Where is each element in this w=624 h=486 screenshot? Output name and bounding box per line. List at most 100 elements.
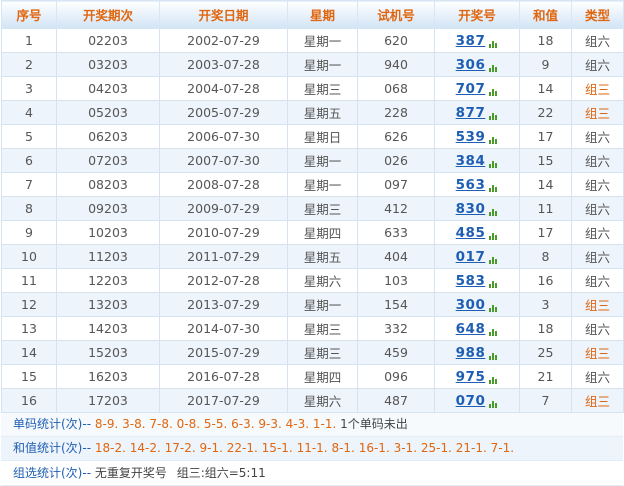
row-issue: 10203 bbox=[56, 220, 160, 245]
bar-chart-icon[interactable] bbox=[489, 201, 498, 216]
row-date: 2002-07-29 bbox=[159, 28, 288, 53]
winning-number-link[interactable]: 707 bbox=[456, 81, 486, 97]
row-winning-number: 648 bbox=[434, 316, 520, 341]
row-type: 组六 bbox=[571, 196, 624, 221]
winning-number-link[interactable]: 539 bbox=[456, 129, 486, 145]
row-seq: 12 bbox=[1, 292, 57, 317]
bar-chart-icon[interactable] bbox=[489, 57, 498, 72]
winning-number-link[interactable]: 830 bbox=[456, 201, 486, 217]
row-weekday: 星期一 bbox=[287, 172, 358, 197]
draw-history-table: 序号 开奖期次 开奖日期 星期 试机号 开奖号 和值 类型 1 02203 2002… bbox=[1, 0, 624, 413]
bar-chart-icon[interactable] bbox=[489, 369, 498, 384]
row-test-number: 626 bbox=[357, 124, 435, 149]
sum-stat-item: 21-1. bbox=[455, 441, 487, 455]
row-weekday: 星期一 bbox=[287, 28, 358, 53]
bar-chart-icon[interactable] bbox=[489, 297, 498, 312]
row-type: 组六 bbox=[571, 220, 624, 245]
header-issue: 开奖期次 bbox=[56, 0, 160, 29]
bar-chart-icon[interactable] bbox=[489, 33, 498, 48]
row-issue: 11203 bbox=[56, 244, 160, 269]
winning-number-link[interactable]: 070 bbox=[456, 393, 486, 409]
statistics-panel: 单码统计(次)-- 8-9. 3-8. 7-8. 0-8. 5-5. 6-3. … bbox=[1, 413, 623, 486]
sum-stats: 和值统计(次)-- 18-2. 14-2. 17-2. 9-1. 22-1. 1… bbox=[1, 437, 623, 461]
winning-number-link[interactable]: 485 bbox=[456, 225, 486, 241]
bar-chart-icon[interactable] bbox=[489, 249, 498, 264]
single-digit-stats: 单码统计(次)-- 8-9. 3-8. 7-8. 0-8. 5-5. 6-3. … bbox=[1, 413, 623, 437]
row-winning-number: 070 bbox=[434, 388, 520, 413]
sum-stats-label: 和值统计(次)-- bbox=[13, 441, 92, 455]
row-seq: 3 bbox=[1, 76, 57, 101]
table-row: 14 15203 2015-07-29 星期三 459 988 25 组三 bbox=[1, 340, 624, 365]
table-row: 15 16203 2016-07-28 星期四 096 975 21 组六 bbox=[1, 364, 624, 389]
row-date: 2012-07-28 bbox=[159, 268, 288, 293]
bar-chart-icon[interactable] bbox=[489, 153, 498, 168]
row-sum: 21 bbox=[519, 364, 572, 389]
row-type: 组六 bbox=[571, 172, 624, 197]
sum-stat-item: 8-1. bbox=[331, 441, 355, 455]
winning-number-link[interactable]: 306 bbox=[456, 57, 486, 73]
row-test-number: 096 bbox=[357, 364, 435, 389]
row-date: 2007-07-30 bbox=[159, 148, 288, 173]
table-row: 7 08203 2008-07-28 星期一 097 563 14 组六 bbox=[1, 172, 624, 197]
row-winning-number: 387 bbox=[434, 28, 520, 53]
single-digit-stats-note: 1个单码未出 bbox=[340, 417, 408, 431]
bar-chart-icon[interactable] bbox=[489, 393, 498, 408]
row-winning-number: 563 bbox=[434, 172, 520, 197]
row-sum: 17 bbox=[519, 124, 572, 149]
row-date: 2014-07-30 bbox=[159, 316, 288, 341]
winning-number-link[interactable]: 300 bbox=[456, 297, 486, 313]
bar-chart-icon[interactable] bbox=[489, 105, 498, 120]
winning-number-link[interactable]: 563 bbox=[456, 177, 486, 193]
winning-number-link[interactable]: 988 bbox=[456, 345, 486, 361]
row-date: 2005-07-29 bbox=[159, 100, 288, 125]
bar-chart-icon[interactable] bbox=[489, 273, 498, 288]
winning-number-link[interactable]: 583 bbox=[456, 273, 486, 289]
winning-number-link[interactable]: 975 bbox=[456, 369, 486, 385]
row-seq: 6 bbox=[1, 148, 57, 173]
table-row: 13 14203 2014-07-30 星期三 332 648 18 组六 bbox=[1, 316, 624, 341]
bar-chart-icon[interactable] bbox=[489, 225, 498, 240]
bar-chart-icon[interactable] bbox=[489, 345, 498, 360]
winning-number-link[interactable]: 384 bbox=[456, 153, 486, 169]
row-seq: 4 bbox=[1, 100, 57, 125]
header-weekday: 星期 bbox=[287, 0, 358, 29]
winning-number-link[interactable]: 648 bbox=[456, 321, 486, 337]
row-winning-number: 877 bbox=[434, 100, 520, 125]
row-test-number: 332 bbox=[357, 316, 435, 341]
single-digit-stat-item: 8-9. bbox=[94, 417, 119, 431]
row-weekday: 星期一 bbox=[287, 148, 358, 173]
table-row: 5 06203 2006-07-30 星期日 626 539 17 组六 bbox=[1, 124, 624, 149]
row-sum: 18 bbox=[519, 316, 572, 341]
single-digit-stat-item: 5-5. bbox=[203, 417, 228, 431]
row-type: 组六 bbox=[571, 124, 624, 149]
row-weekday: 星期三 bbox=[287, 76, 358, 101]
bar-chart-icon[interactable] bbox=[489, 321, 498, 336]
bar-chart-icon[interactable] bbox=[489, 177, 498, 192]
row-type: 组六 bbox=[571, 316, 624, 341]
row-sum: 22 bbox=[519, 100, 572, 125]
bar-chart-icon[interactable] bbox=[489, 129, 498, 144]
row-test-number: 404 bbox=[357, 244, 435, 269]
row-date: 2013-07-29 bbox=[159, 292, 288, 317]
row-issue: 07203 bbox=[56, 148, 160, 173]
row-test-number: 412 bbox=[357, 196, 435, 221]
table-row: 8 09203 2009-07-29 星期三 412 830 11 组六 bbox=[1, 196, 624, 221]
table-row: 3 04203 2004-07-28 星期三 068 707 14 组三 bbox=[1, 76, 624, 101]
bar-chart-icon[interactable] bbox=[489, 81, 498, 96]
row-sum: 9 bbox=[519, 52, 572, 77]
row-test-number: 459 bbox=[357, 340, 435, 365]
row-type: 组三 bbox=[571, 100, 624, 125]
row-date: 2016-07-28 bbox=[159, 364, 288, 389]
winning-number-link[interactable]: 877 bbox=[456, 105, 486, 121]
single-digit-stat-item: 6-3. bbox=[231, 417, 255, 431]
winning-number-link[interactable]: 387 bbox=[456, 33, 486, 49]
sum-stat-item: 15-1. bbox=[261, 441, 293, 455]
single-digit-stat-item: 1-1. bbox=[312, 417, 337, 431]
row-issue: 16203 bbox=[56, 364, 160, 389]
row-type: 组六 bbox=[571, 148, 624, 173]
row-seq: 9 bbox=[1, 220, 57, 245]
winning-number-link[interactable]: 017 bbox=[456, 249, 486, 265]
group-stats-label: 组选统计(次)-- bbox=[13, 466, 92, 480]
row-seq: 5 bbox=[1, 124, 57, 149]
row-sum: 14 bbox=[519, 76, 572, 101]
